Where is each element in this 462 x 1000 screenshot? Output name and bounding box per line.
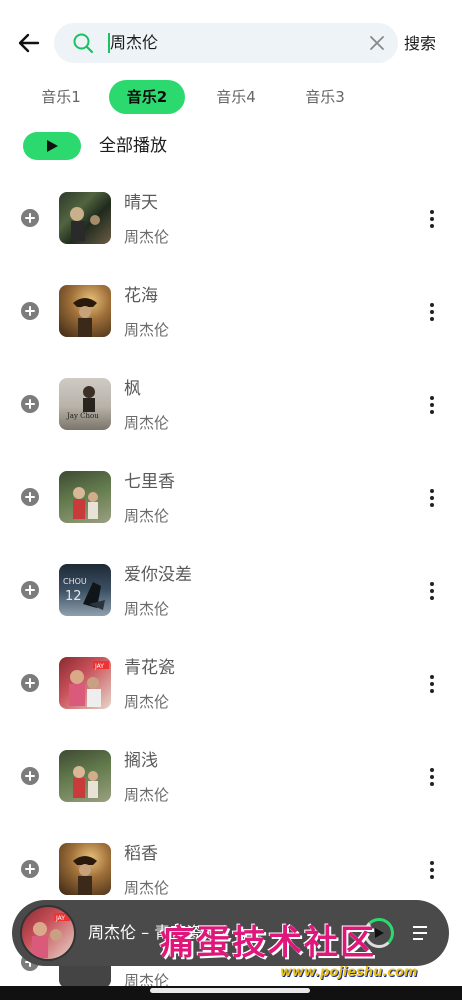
search-button[interactable]: 搜索 [404,33,436,55]
play-all-label[interactable]: 全部播放 [99,135,167,157]
more-options-icon[interactable] [424,859,440,881]
tab-music-4[interactable]: 音乐4 [202,80,270,114]
play-icon [47,140,58,152]
song-title: 稻香 [124,844,158,864]
svg-text:12: 12 [65,589,82,604]
add-icon[interactable] [21,767,39,785]
song-artist: 周杰伦 [124,600,170,618]
watermark-text: 痛蛋技术社区 [160,923,376,963]
more-options-icon[interactable] [424,301,440,323]
tab-music-1[interactable]: 音乐1 [27,80,95,114]
song-row[interactable]: 花海 周杰伦 [0,265,462,358]
album-cover [59,843,111,895]
search-icon [73,33,94,54]
more-options-icon[interactable] [424,208,440,230]
svg-text:Jay Chou: Jay Chou [66,412,99,420]
song-artist: 周杰伦 [124,693,170,711]
home-indicator[interactable] [150,988,310,993]
back-button[interactable] [14,28,44,58]
song-row[interactable]: 晴天 周杰伦 [0,172,462,265]
back-arrow-icon [18,33,40,53]
add-icon[interactable] [21,581,39,599]
album-cover: CHOU 12 [59,564,111,616]
add-icon[interactable] [21,302,39,320]
song-title: 青花瓷 [124,658,175,678]
album-cover: Jay Chou [59,378,111,430]
album-cover [59,750,111,802]
song-artist: 周杰伦 [124,228,170,246]
song-artist: 周杰伦 [124,879,170,897]
song-artist: 周杰伦 [124,321,170,339]
add-icon[interactable] [21,860,39,878]
svg-text:JAY: JAY [94,663,104,670]
play-all-button[interactable] [23,132,81,160]
search-query[interactable]: 周杰伦 [110,32,158,54]
song-artist: 周杰伦 [124,786,170,804]
add-icon[interactable] [21,674,39,692]
mini-player-cover[interactable]: JAY [20,905,76,961]
tab-music-3[interactable]: 音乐3 [291,80,359,114]
song-row[interactable]: CHOU 12 爱你没差 周杰伦 [0,544,462,637]
album-cover [59,192,111,244]
song-title: 七里香 [124,472,175,492]
watermark-url: www.pojieshu.com [280,965,418,980]
song-title: 爱你没差 [124,565,192,585]
add-icon[interactable] [21,395,39,413]
clear-icon[interactable] [366,32,388,54]
song-title: 花海 [124,286,158,306]
top-bar: 周杰伦 搜索 [0,0,462,90]
song-row[interactable]: JAY 青花瓷 周杰伦 [0,637,462,730]
more-options-icon[interactable] [424,673,440,695]
watermark: 痛蛋技术社区 www.pojieshu.com [160,915,460,985]
more-options-icon[interactable] [424,487,440,509]
song-title: 晴天 [124,193,158,213]
album-cover [59,471,111,523]
song-row[interactable]: Jay Chou 枫 周杰伦 [0,358,462,451]
song-artist: 周杰伦 [124,414,170,432]
song-artist: 周杰伦 [124,507,170,525]
tab-bar: 音乐1 音乐2 音乐4 音乐3 [0,80,462,116]
tab-music-2[interactable]: 音乐2 [109,80,185,114]
more-options-icon[interactable] [424,580,440,602]
album-cover [59,285,111,337]
more-options-icon[interactable] [424,394,440,416]
song-title: 枫 [124,379,141,399]
svg-text:CHOU: CHOU [63,577,87,586]
song-row[interactable]: 搁浅 周杰伦 [0,730,462,823]
song-title: 搁浅 [124,751,158,771]
song-row[interactable]: 七里香 周杰伦 [0,451,462,544]
search-input[interactable]: 周杰伦 [54,23,398,63]
add-icon[interactable] [21,488,39,506]
svg-text:JAY: JAY [55,915,65,922]
add-icon[interactable] [21,209,39,227]
album-cover: JAY [59,657,111,709]
more-options-icon[interactable] [424,766,440,788]
